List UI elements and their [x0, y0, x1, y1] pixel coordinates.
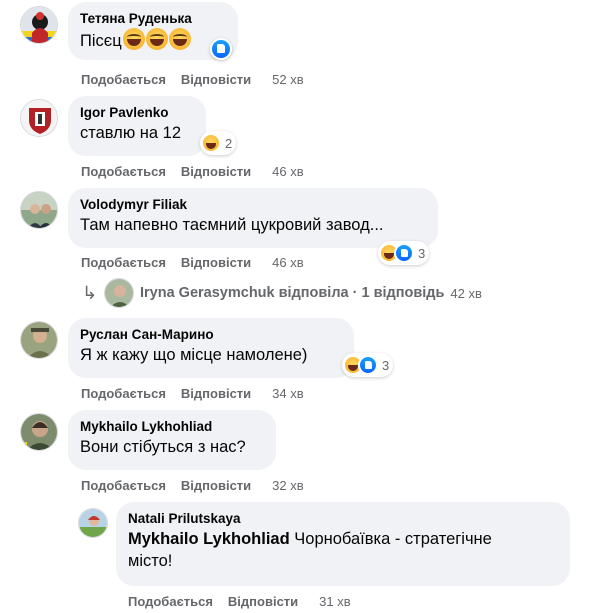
comment-bubble: Natali Prilutskaya Mykhailo Lykhohliad Ч… — [116, 502, 570, 586]
comment-author[interactable]: Mykhailo Lykhohliad — [80, 418, 264, 436]
avatar[interactable] — [20, 191, 58, 229]
comment-actions: Подобається Відповісти 32 хв — [81, 478, 304, 494]
replies-timestamp: 42 хв — [450, 285, 482, 301]
reply-button[interactable]: Відповісти — [228, 594, 298, 610]
laughing-emoji-icon — [145, 28, 168, 50]
avatar-image — [21, 192, 57, 228]
comment-actions: Подобається Відповісти 34 хв — [81, 386, 304, 402]
reply-button[interactable]: Відповісти — [181, 164, 251, 180]
view-replies-link[interactable]: ↳ Iryna Gerasymchuk відповіла · 1 відпов… — [82, 278, 482, 308]
reaction-summary[interactable]: 3 — [378, 241, 430, 265]
comment-text-line2: місто! — [128, 552, 173, 570]
avatar — [104, 278, 134, 308]
comment-actions: Подобається Відповісти 46 хв — [81, 255, 304, 271]
comment-text-line1: Чорнобаївка - стратегічне — [294, 530, 492, 548]
reaction-count: 3 — [382, 357, 390, 373]
haha-reaction-icon — [201, 133, 221, 153]
comment-timestamp[interactable]: 52 хв — [272, 72, 303, 88]
avatar-image — [105, 279, 133, 307]
like-button[interactable]: Подобається — [128, 594, 213, 610]
laughing-emoji-icon — [122, 28, 145, 50]
like-button[interactable]: Подобається — [81, 164, 166, 180]
comment-text: ставлю на 12 — [80, 124, 181, 142]
reaction-count: 3 — [418, 245, 426, 261]
like-reaction-icon — [358, 355, 378, 375]
avatar-image — [21, 414, 57, 450]
like-reaction-icon — [394, 243, 414, 263]
reaction-summary[interactable]: 2 — [200, 131, 237, 155]
reply-button[interactable]: Відповісти — [181, 72, 251, 88]
reply-button[interactable]: Відповісти — [181, 255, 251, 271]
avatar[interactable] — [20, 321, 58, 359]
comment-actions: Подобається Відповісти 52 хв — [81, 72, 304, 88]
mention-link[interactable]: Mykhailo Lykhohliad — [128, 530, 290, 548]
laughing-emoji-icon — [168, 28, 191, 50]
comment-text: Я ж кажу що місце намолене) — [80, 346, 308, 364]
reply-arrow-icon: ↳ — [82, 282, 98, 303]
comment-bubble: Mykhailo Lykhohliad Вони стібуться з нас… — [68, 410, 276, 470]
comment-author[interactable]: Volodymyr Filiak — [80, 196, 426, 214]
avatar[interactable] — [78, 508, 108, 538]
like-button[interactable]: Подобається — [81, 255, 166, 271]
comment-text: Там напевно таємний цукровий завод... — [80, 216, 384, 234]
replies-summary-text[interactable]: Iryna Gerasymchuk відповіла · 1 відповід… — [140, 285, 444, 301]
comment-bubble: Руслан Сан-Марино Я ж кажу що місце намо… — [68, 318, 354, 378]
comment-author[interactable]: Igor Pavlenko — [80, 104, 194, 122]
reaction-count: 2 — [225, 135, 233, 151]
comment-timestamp[interactable]: 31 хв — [319, 594, 350, 610]
comment-text: Пісєц — [80, 28, 226, 52]
comment-author[interactable]: Тетяна Руденька — [80, 10, 226, 28]
avatar[interactable] — [20, 99, 58, 137]
comment-timestamp[interactable]: 34 хв — [272, 386, 303, 402]
comment-author[interactable]: Руслан Сан-Марино — [80, 326, 342, 344]
comment-timestamp[interactable]: 32 хв — [272, 478, 303, 494]
avatar-image — [79, 509, 107, 537]
comment-actions: Подобається Відповісти 31 хв — [128, 594, 351, 610]
avatar[interactable] — [20, 413, 58, 451]
like-reaction-icon[interactable] — [210, 38, 232, 60]
comment-actions: Подобається Відповісти 46 хв — [81, 164, 304, 180]
comment-text-content: Пісєц — [80, 32, 122, 50]
avatar-image — [21, 7, 57, 43]
like-button[interactable]: Подобається — [81, 386, 166, 402]
comment-author[interactable]: Natali Prilutskaya — [128, 510, 558, 528]
comment-timestamp[interactable]: 46 хв — [272, 164, 303, 180]
comment-bubble: Volodymyr Filiak Там напевно таємний цук… — [68, 188, 438, 248]
like-button[interactable]: Подобається — [81, 478, 166, 494]
avatar[interactable] — [20, 6, 58, 44]
reply-button[interactable]: Відповісти — [181, 478, 251, 494]
like-button[interactable]: Подобається — [81, 72, 166, 88]
comment-timestamp[interactable]: 46 хв — [272, 255, 303, 271]
comment-bubble: Igor Pavlenko ставлю на 12 — [68, 96, 206, 156]
comment-text: Вони стібуться з нас? — [80, 438, 246, 456]
comment-text: Mykhailo Lykhohliad Чорнобаївка - страте… — [128, 528, 558, 550]
avatar-image — [21, 100, 57, 136]
reply-button[interactable]: Відповісти — [181, 386, 251, 402]
reaction-summary[interactable]: 3 — [342, 353, 394, 377]
avatar-image — [21, 322, 57, 358]
